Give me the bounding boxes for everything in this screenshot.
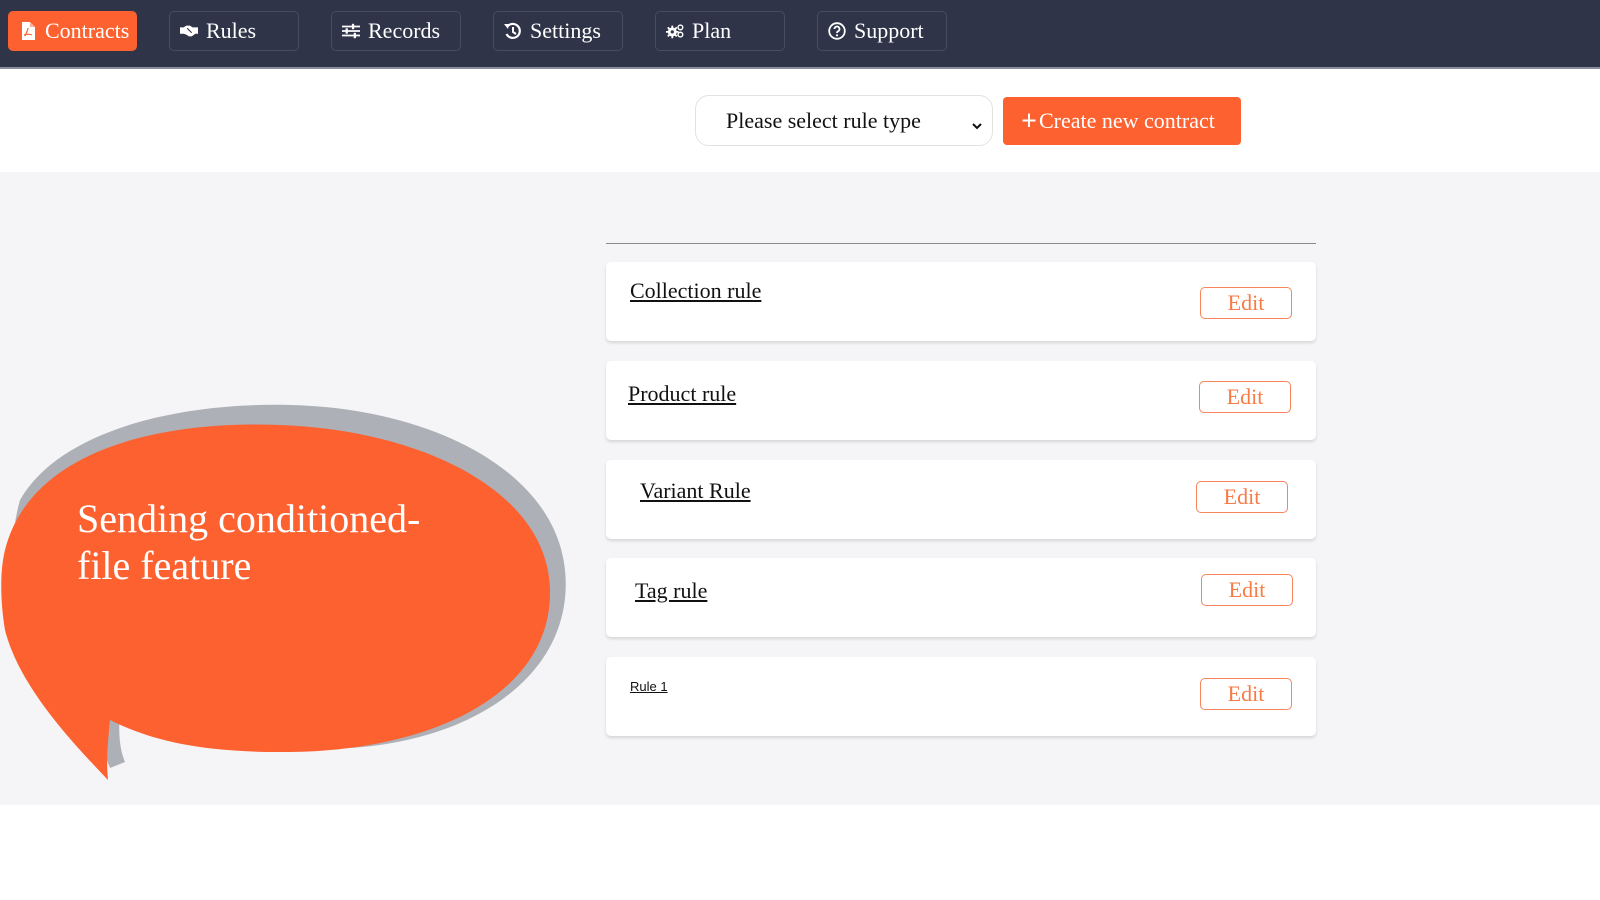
nav-contracts[interactable]: Contracts xyxy=(8,11,137,51)
nav-records-label: Records xyxy=(368,18,441,43)
sliders-icon xyxy=(342,22,360,40)
divider xyxy=(606,243,1316,244)
top-navigation: Contracts Rules Records Settings Plan Su… xyxy=(0,0,1600,69)
edit-button[interactable]: Edit xyxy=(1200,287,1292,319)
chevron-down-icon xyxy=(970,113,984,130)
history-icon xyxy=(504,22,522,40)
nav-support-label: Support xyxy=(854,18,924,43)
edit-button[interactable]: Edit xyxy=(1199,381,1291,413)
edit-button[interactable]: Edit xyxy=(1196,481,1288,513)
nav-settings[interactable]: Settings xyxy=(493,11,623,51)
edit-button[interactable]: Edit xyxy=(1201,574,1293,606)
rule-type-select[interactable]: Please select rule type xyxy=(695,95,993,146)
speech-bubble-body xyxy=(1,424,551,780)
rule-link[interactable]: Collection rule xyxy=(630,278,761,304)
nav-settings-label: Settings xyxy=(530,18,601,43)
callout-text: Sending conditioned- file feature xyxy=(77,496,421,588)
file-pdf-icon xyxy=(19,22,37,40)
toolbar: Please select rule type + Create new con… xyxy=(0,70,1600,172)
nav-plan[interactable]: Plan xyxy=(655,11,785,51)
gears-icon xyxy=(666,22,684,40)
handshake-icon xyxy=(180,22,198,40)
rule-card: Product rule Edit xyxy=(606,361,1316,440)
speech-bubble-callout xyxy=(1,404,566,780)
nav-plan-label: Plan xyxy=(692,18,732,43)
rule-type-select-value: Please select rule type xyxy=(726,107,921,133)
rule-card: Rule 1 Edit xyxy=(606,657,1316,736)
nav-records[interactable]: Records xyxy=(331,11,461,51)
nav-rules[interactable]: Rules xyxy=(169,11,299,51)
edit-button[interactable]: Edit xyxy=(1200,678,1292,710)
create-contract-button[interactable]: + Create new contract xyxy=(1003,97,1241,145)
question-circle-icon xyxy=(828,22,846,40)
rule-link[interactable]: Product rule xyxy=(628,381,736,407)
rule-card: Variant Rule Edit xyxy=(606,460,1316,539)
rule-link[interactable]: Variant Rule xyxy=(640,478,751,504)
plus-icon: + xyxy=(1021,106,1037,137)
rule-link[interactable]: Tag rule xyxy=(635,578,707,604)
rule-link[interactable]: Rule 1 xyxy=(630,679,668,694)
nav-support[interactable]: Support xyxy=(817,11,947,51)
rule-card: Tag rule Edit xyxy=(606,558,1316,637)
rule-card: Collection rule Edit xyxy=(606,262,1316,341)
nav-contracts-label: Contracts xyxy=(45,18,130,43)
create-contract-label: Create new contract xyxy=(1038,108,1215,133)
nav-rules-label: Rules xyxy=(206,18,257,43)
